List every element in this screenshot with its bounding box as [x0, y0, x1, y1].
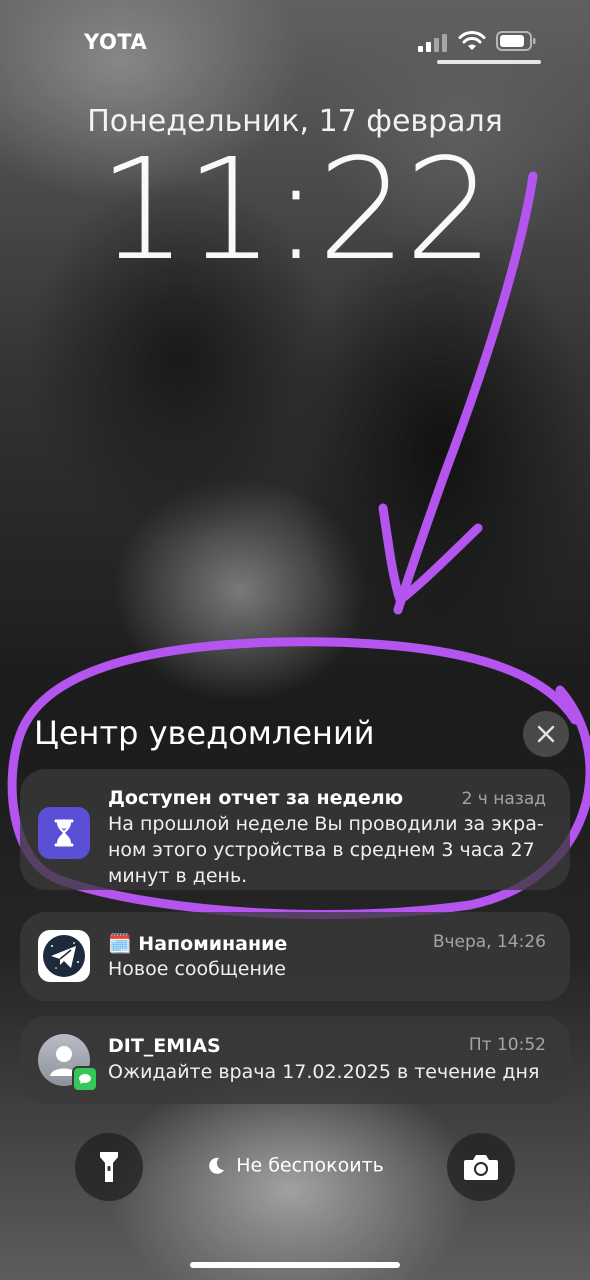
camera-icon [464, 1155, 498, 1180]
wifi-icon [458, 31, 486, 50]
notification-screen-time[interactable]: Доступен отчет за неделю 2 ч назад На пр… [20, 769, 570, 890]
notification-body-line: ном этого устройства в среднем 3 часа 27 [108, 839, 535, 861]
calendar-emoji: 🗓️ [108, 933, 132, 955]
notification-title: DIT_EMIAS [108, 1035, 221, 1057]
notification-time: 2 ч назад [461, 789, 546, 809]
notification-message[interactable]: DIT_EMIAS Пт 10:52 Ожидайте врача 17.02.… [20, 1016, 570, 1104]
clear-notifications-button[interactable] [523, 711, 569, 757]
hourglass-icon [38, 807, 90, 859]
notification-body-line: минут в день. [108, 865, 248, 887]
notification-body: На прошлой неделе Вы проводили за экра- … [108, 811, 544, 889]
notification-body: Ожидайте врача 17.02.2025 в течение дня [108, 1059, 544, 1085]
notification-reminder[interactable]: 🗓️ Напоминание Вчера, 14:26 Новое сообще… [20, 912, 570, 1001]
messages-bubble-icon [72, 1066, 98, 1092]
notification-title: 🗓️ Напоминание [108, 932, 287, 955]
control-center-grabber[interactable] [437, 60, 541, 64]
notification-body: Новое сообщение [108, 956, 544, 982]
notification-time: Вчера, 14:26 [432, 932, 546, 952]
moon-icon [209, 1157, 225, 1174]
lock-screen-time: 11:22 [98, 129, 493, 292]
dnd-label: Не беспокоить [236, 1154, 384, 1177]
paper-plane-icon [38, 930, 90, 982]
notification-title: Доступен отчет за неделю [108, 787, 404, 809]
home-indicator[interactable] [190, 1262, 400, 1268]
person-avatar-icon [38, 1034, 98, 1092]
status-bar: YOTA [0, 0, 590, 70]
notification-time: Пт 10:52 [468, 1035, 546, 1055]
notification-body-line: Ожидайте врача 17.02.2025 в течение дня [108, 1061, 540, 1083]
xmark-icon [537, 725, 555, 743]
notification-body-line: На прошлой неделе Вы проводили за экра- [108, 813, 544, 835]
camera-button[interactable] [447, 1133, 515, 1201]
notification-body-line: Новое сообщение [108, 958, 286, 980]
cellular-signal-icon [418, 34, 450, 52]
carrier-name: YOTA [84, 30, 148, 54]
notification-center-title: Центр уведомлений [34, 714, 375, 752]
notification-title-text: Напоминание [138, 933, 288, 955]
battery-icon [496, 31, 536, 51]
